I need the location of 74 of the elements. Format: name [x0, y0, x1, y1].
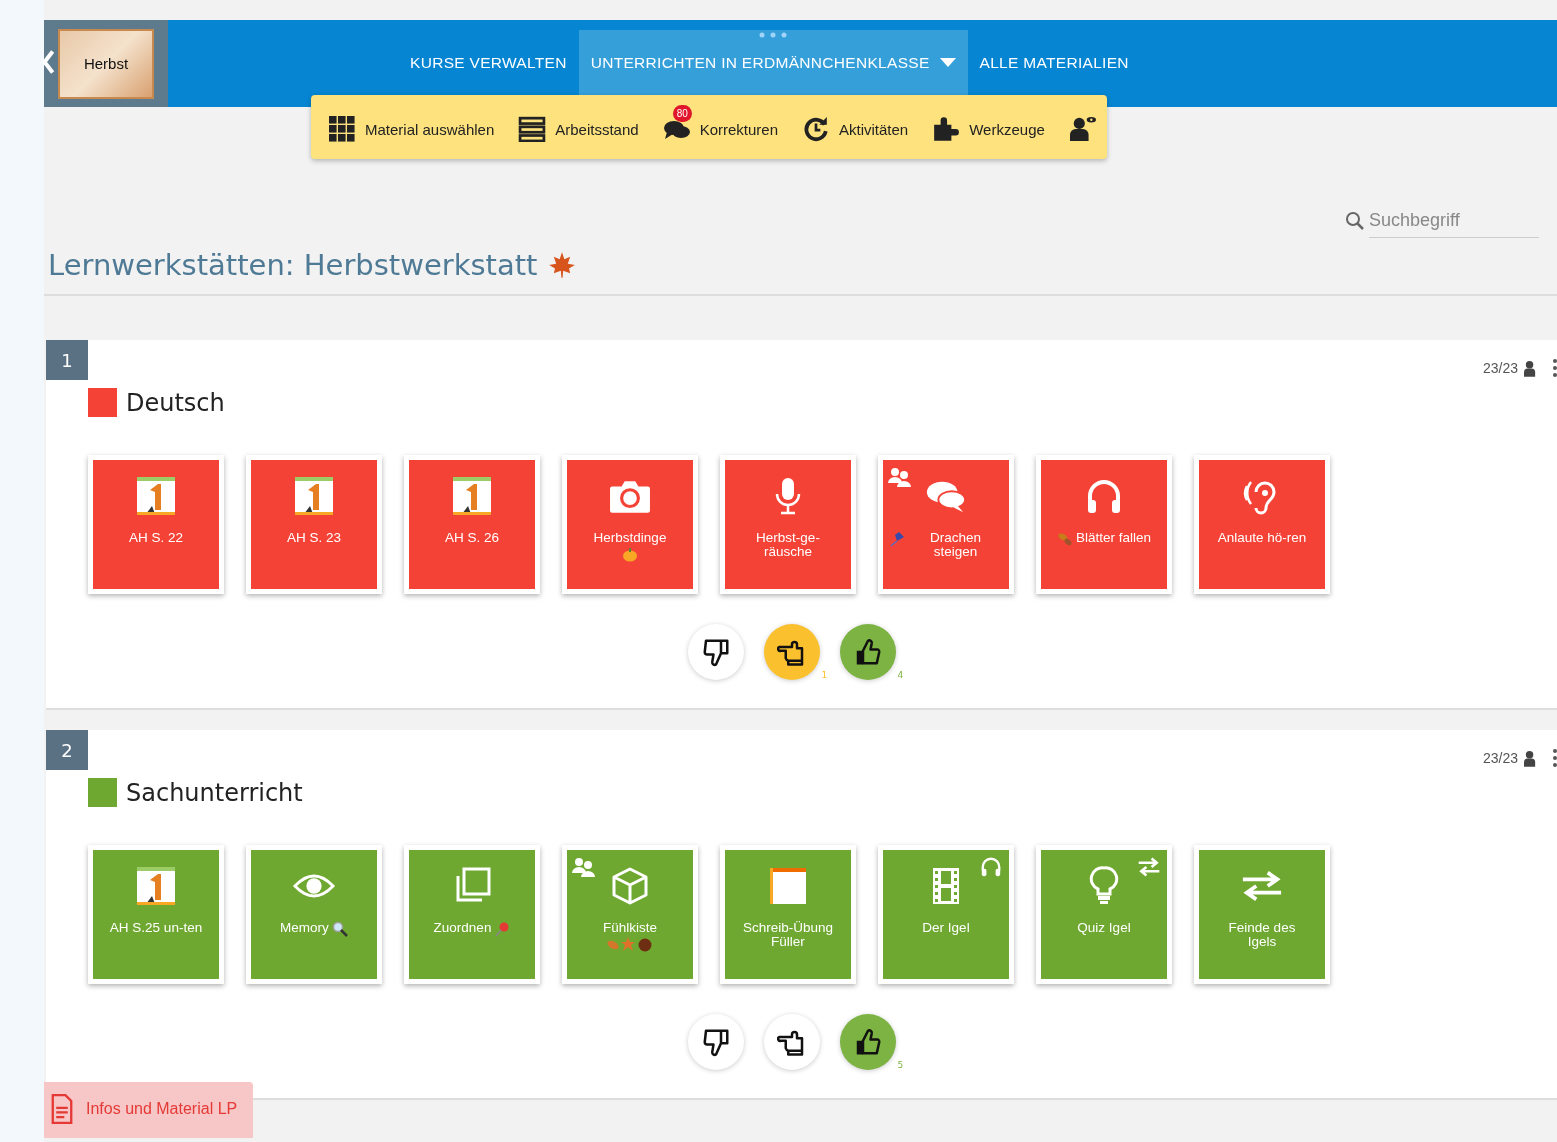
- swap-arrows-icon: [1137, 856, 1161, 878]
- person-eye-icon: [1068, 116, 1097, 142]
- section-number: 2: [46, 730, 88, 770]
- kebab-menu-icon[interactable]: [1553, 748, 1557, 768]
- tile-label: AH S. 23: [287, 531, 341, 546]
- history-icon: [802, 116, 830, 142]
- rating-count: 1: [821, 670, 828, 680]
- kite-icon: [888, 531, 905, 547]
- tile-label: Fühlkiste: [603, 921, 657, 936]
- tile-label: Zuordnen: [433, 921, 492, 936]
- info-material-tab[interactable]: Infos und Material LP: [44, 1082, 254, 1138]
- search-icon: [1345, 211, 1365, 231]
- course-thumbnail[interactable]: Herbst: [58, 28, 154, 99]
- section-number: 1: [46, 340, 88, 380]
- back-chevron-icon[interactable]: [42, 48, 54, 76]
- rating-button[interactable]: [763, 1014, 820, 1070]
- toolbar-button[interactable]: Material auswählen: [328, 104, 495, 150]
- pumpkin-icon: [622, 546, 638, 563]
- completion-count: 23/23: [1482, 750, 1518, 766]
- tile-label: Drachen steigen: [929, 531, 982, 560]
- nav-tab[interactable]: UNTERRICHTEN IN ERDMÄNNCHENKLASSE: [578, 30, 968, 95]
- search-field[interactable]: Suchbegriff: [1369, 204, 1539, 238]
- magnifier-icon: [331, 921, 348, 937]
- tile-label: AH S.25 un-ten: [109, 921, 203, 936]
- falling-leaves-icon: [1056, 531, 1073, 547]
- group-icon: [888, 466, 912, 488]
- tile-label: Memory: [280, 921, 329, 936]
- tile-label: Quiz Igel: [1077, 921, 1131, 936]
- puzzle-piece-icon: [932, 116, 961, 142]
- toolbar-button[interactable]: Werkzeuge: [932, 104, 1045, 150]
- worksheet-icon: [767, 866, 809, 906]
- tile-label: Herbstdinge: [593, 531, 667, 546]
- autumn-leaves-chestnut-icon: [606, 936, 654, 953]
- person-icon: [1524, 359, 1537, 377]
- nav-tab[interactable]: KURSE VERWALTEN: [398, 30, 579, 95]
- list-icon: [518, 116, 547, 142]
- person-icon: [1524, 749, 1537, 767]
- toolbar-button[interactable]: Arbeitsstand: [518, 104, 639, 150]
- tile-label: Anlaute hö-ren: [1217, 531, 1307, 546]
- tile-label: AH S. 26: [445, 531, 499, 546]
- document-icon: [50, 1094, 74, 1124]
- nav-tab[interactable]: ALLE MATERIALIEN: [967, 30, 1141, 95]
- page-title: Lernwerkstätten: Herbstwerkstatt: [48, 248, 538, 282]
- tile-label: AH S. 22: [129, 531, 183, 546]
- workbook-cover-icon: [451, 476, 493, 516]
- grid-icon: [328, 116, 356, 142]
- rating-button[interactable]: [839, 624, 896, 680]
- headphones-icon: [979, 856, 1003, 878]
- rating-count: 5: [897, 1060, 904, 1070]
- workbook-cover-icon: [135, 866, 177, 906]
- rating-button[interactable]: [687, 624, 744, 680]
- group-icon: [572, 856, 596, 878]
- subject-name: Deutsch: [126, 388, 225, 417]
- rating-count: 4: [897, 670, 904, 680]
- workbook-cover-icon: [135, 476, 177, 516]
- rating-button[interactable]: [687, 1014, 744, 1070]
- tile-label: Herbst-ge-räusche: [755, 531, 821, 560]
- maple-leaf-icon: [547, 251, 576, 279]
- tile-label: Feinde des Igels: [1227, 921, 1297, 950]
- tile-label: Schreib-Übung Füller: [741, 921, 835, 950]
- rating-button[interactable]: [763, 624, 820, 680]
- toolbar-button[interactable]: 80 Korrekturen: [662, 104, 778, 150]
- completion-count: 23/23: [1482, 360, 1518, 376]
- toolbar-button[interactable]: Aktivitäten: [802, 104, 909, 150]
- tile-label: Blätter fallen: [1075, 531, 1151, 546]
- tile-label: Der Igel: [922, 921, 970, 936]
- subject-name: Sachunterricht: [126, 778, 303, 807]
- pushpin-icon: [494, 921, 511, 937]
- rating-button[interactable]: [839, 1014, 896, 1070]
- workbook-cover-icon: [293, 476, 335, 516]
- course-thumbnail-label: Herbst: [83, 55, 129, 72]
- notification-badge: 80: [672, 105, 692, 122]
- drag-dots-icon: [758, 32, 789, 38]
- kebab-menu-icon[interactable]: [1553, 358, 1557, 378]
